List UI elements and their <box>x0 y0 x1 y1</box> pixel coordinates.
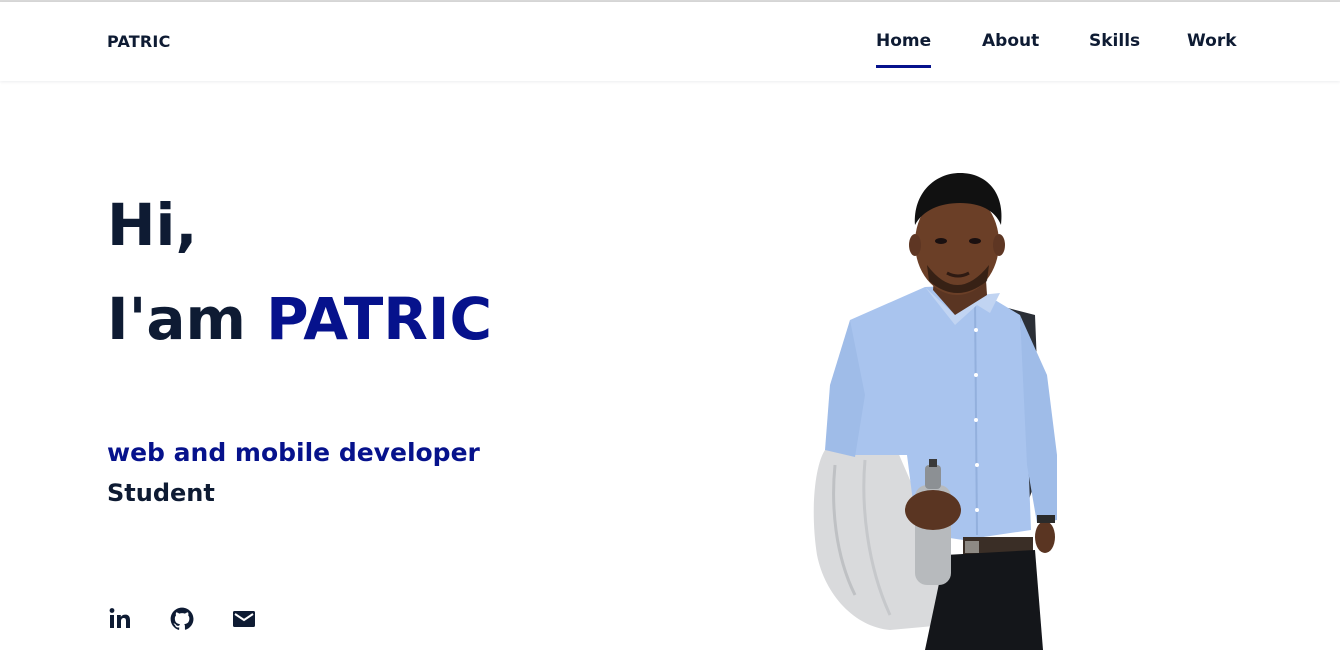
hero-name: PATRIC <box>266 285 493 353</box>
nav-skills[interactable]: Skills <box>1089 31 1140 51</box>
nav-work[interactable]: Work <box>1187 31 1237 51</box>
github-icon <box>170 607 194 630</box>
nav-home[interactable]: Home <box>876 31 932 68</box>
hero-heading: I'am PATRIC <box>107 290 492 348</box>
site-header: PATRIC Home About Skills Work <box>0 2 1340 81</box>
linkedin-link[interactable] <box>107 606 133 632</box>
nav-about[interactable]: About <box>982 31 1039 51</box>
linkedin-icon <box>109 608 130 628</box>
email-icon <box>233 611 255 627</box>
hero-status: Student <box>107 479 215 507</box>
github-link[interactable] <box>169 606 195 632</box>
hero-greeting: Hi, <box>107 191 198 259</box>
site-logo[interactable]: PATRIC <box>107 32 171 51</box>
hero-role: web and mobile developer <box>107 438 480 467</box>
email-link[interactable] <box>231 606 257 632</box>
hero-intro: I'am <box>107 285 246 353</box>
profile-photo <box>813 173 1057 650</box>
